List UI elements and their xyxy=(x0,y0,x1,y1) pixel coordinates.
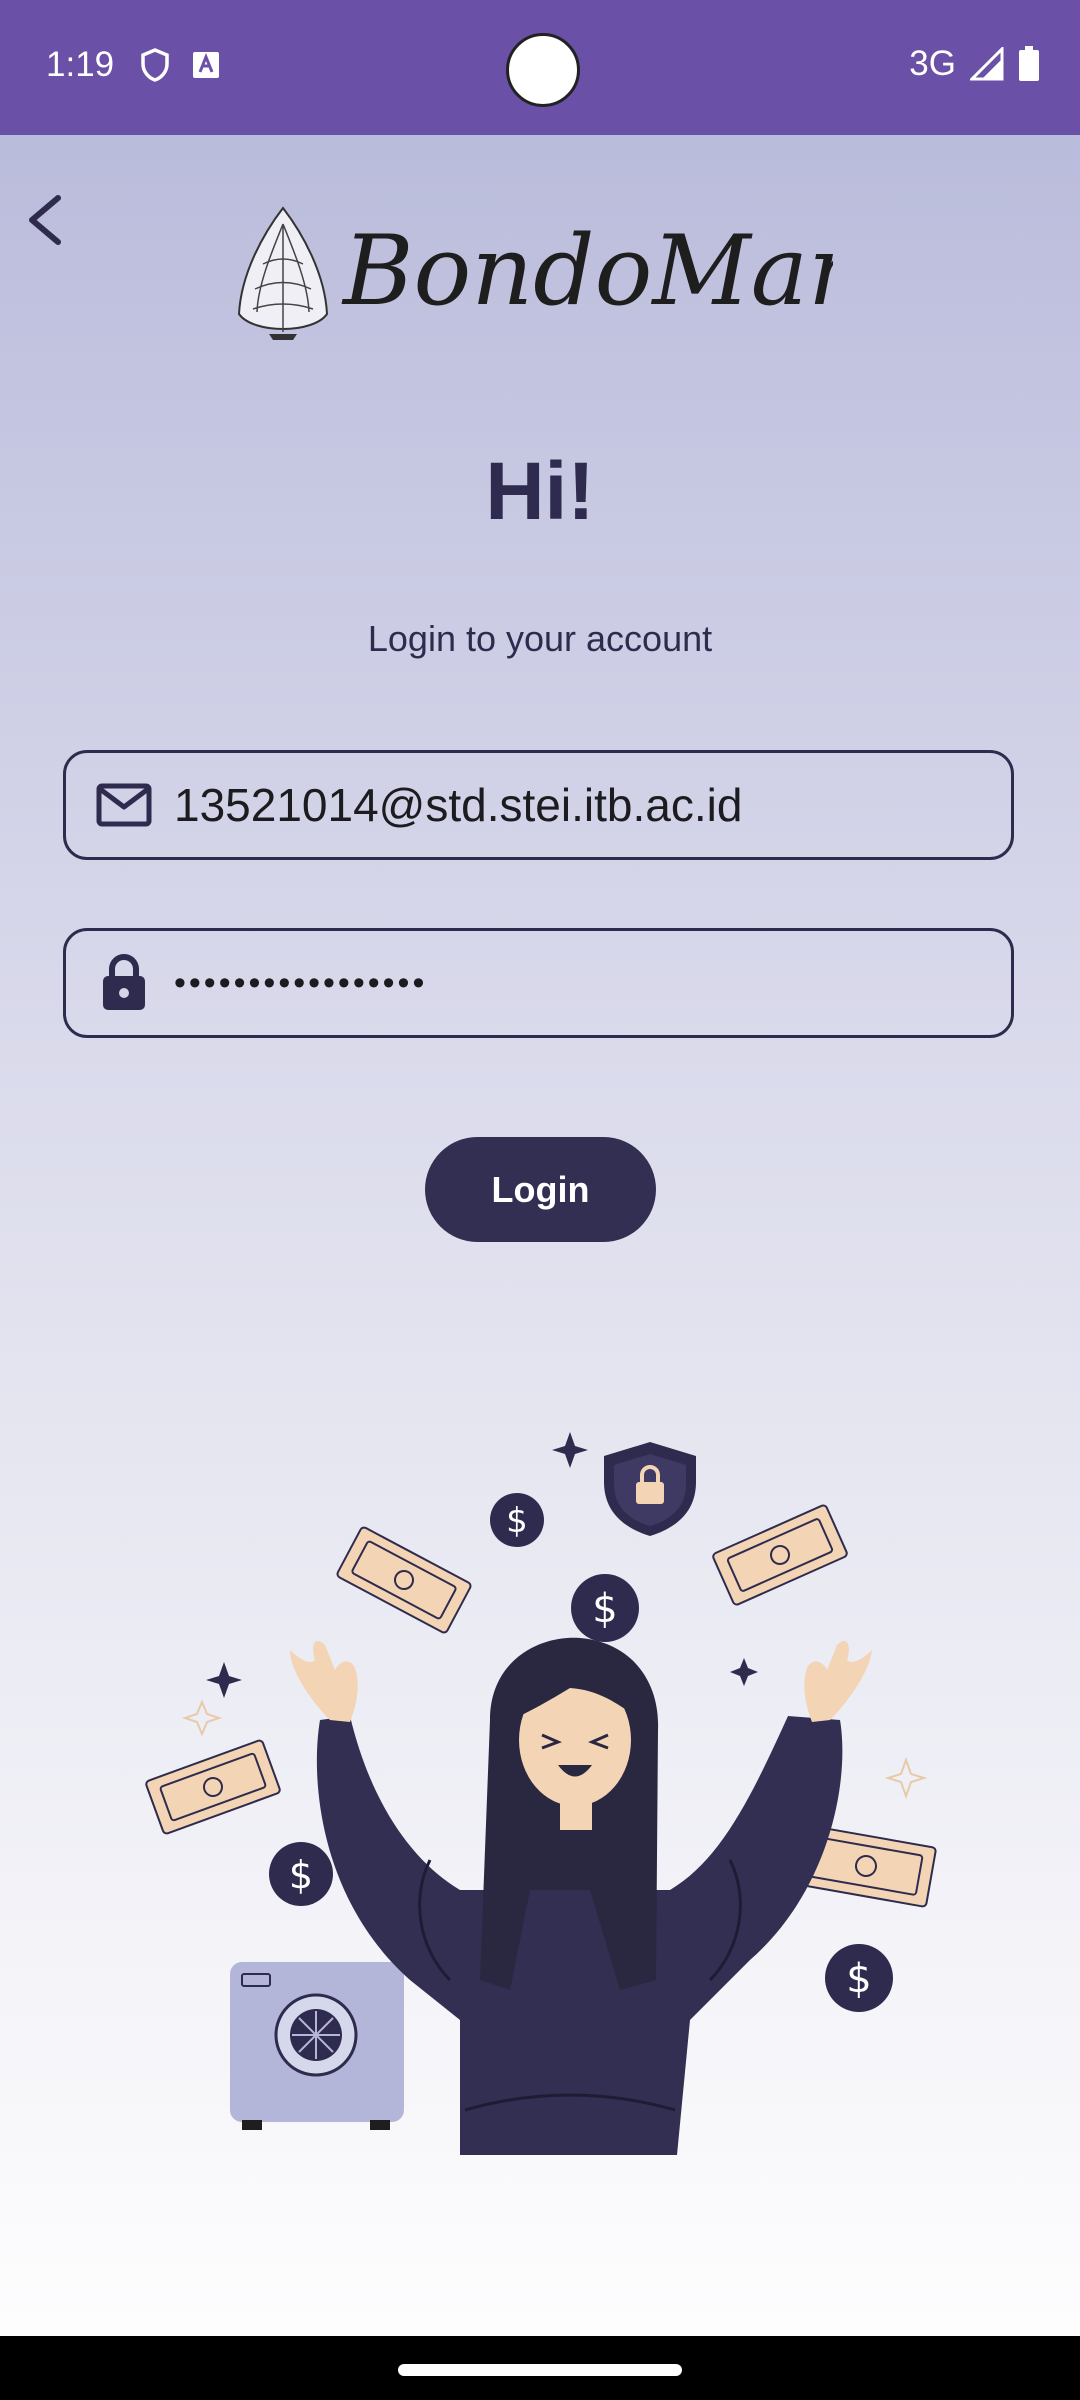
svg-text:$: $ xyxy=(592,1586,617,1632)
home-indicator[interactable] xyxy=(398,2364,682,2376)
shield-icon xyxy=(141,48,169,82)
status-system-icons: 3G xyxy=(909,44,1040,84)
login-subtitle: Login to your account xyxy=(367,618,713,659)
lock-icon xyxy=(92,951,156,1015)
logo-text: BondoMan xyxy=(341,215,833,327)
network-type: 3G xyxy=(909,44,956,83)
svg-text:$: $ xyxy=(289,1853,313,1897)
password-input[interactable] xyxy=(174,963,994,1003)
money-bill-icon xyxy=(336,1526,472,1634)
login-screen: 1:19 3G BondoMan Hi! Login to your accou… xyxy=(0,0,1080,2400)
sparkle-icon xyxy=(552,1432,588,1468)
greeting-title: Hi! xyxy=(485,446,595,537)
mail-icon xyxy=(92,773,156,837)
sparkle-outline-icon xyxy=(884,1757,928,1799)
svg-text:$: $ xyxy=(846,1956,871,2002)
wayang-icon xyxy=(237,206,329,340)
back-button[interactable] xyxy=(18,188,78,252)
text-a-icon xyxy=(193,52,219,78)
password-field[interactable] xyxy=(63,928,1014,1038)
status-time: 1:19 xyxy=(46,45,115,84)
coin-icon: $ xyxy=(571,1574,639,1642)
svg-text:$: $ xyxy=(506,1501,528,1541)
coin-icon: $ xyxy=(490,1493,544,1547)
email-input[interactable] xyxy=(174,778,994,832)
login-button[interactable]: Login xyxy=(425,1137,656,1242)
bondoman-logo: BondoMan xyxy=(237,206,833,340)
money-bill-icon xyxy=(712,1504,848,1606)
coin-icon: $ xyxy=(825,1944,893,2012)
shield-lock-icon xyxy=(604,1442,696,1536)
sparkle-icon xyxy=(206,1662,242,1698)
money-bill-icon xyxy=(145,1739,281,1835)
safe-icon xyxy=(230,1962,404,2130)
celebration-illustration: $ $ $ $ xyxy=(145,1432,937,2155)
status-notification-icons xyxy=(140,48,220,82)
camera-cutout xyxy=(506,33,580,107)
status-bar: 1:19 3G xyxy=(0,0,1080,135)
email-field[interactable] xyxy=(63,750,1014,860)
coin-icon: $ xyxy=(269,1842,333,1906)
sparkle-icon xyxy=(730,1658,758,1686)
sparkle-outline-icon xyxy=(181,1699,223,1737)
battery-icon xyxy=(1019,46,1039,81)
signal-icon xyxy=(970,47,1004,81)
